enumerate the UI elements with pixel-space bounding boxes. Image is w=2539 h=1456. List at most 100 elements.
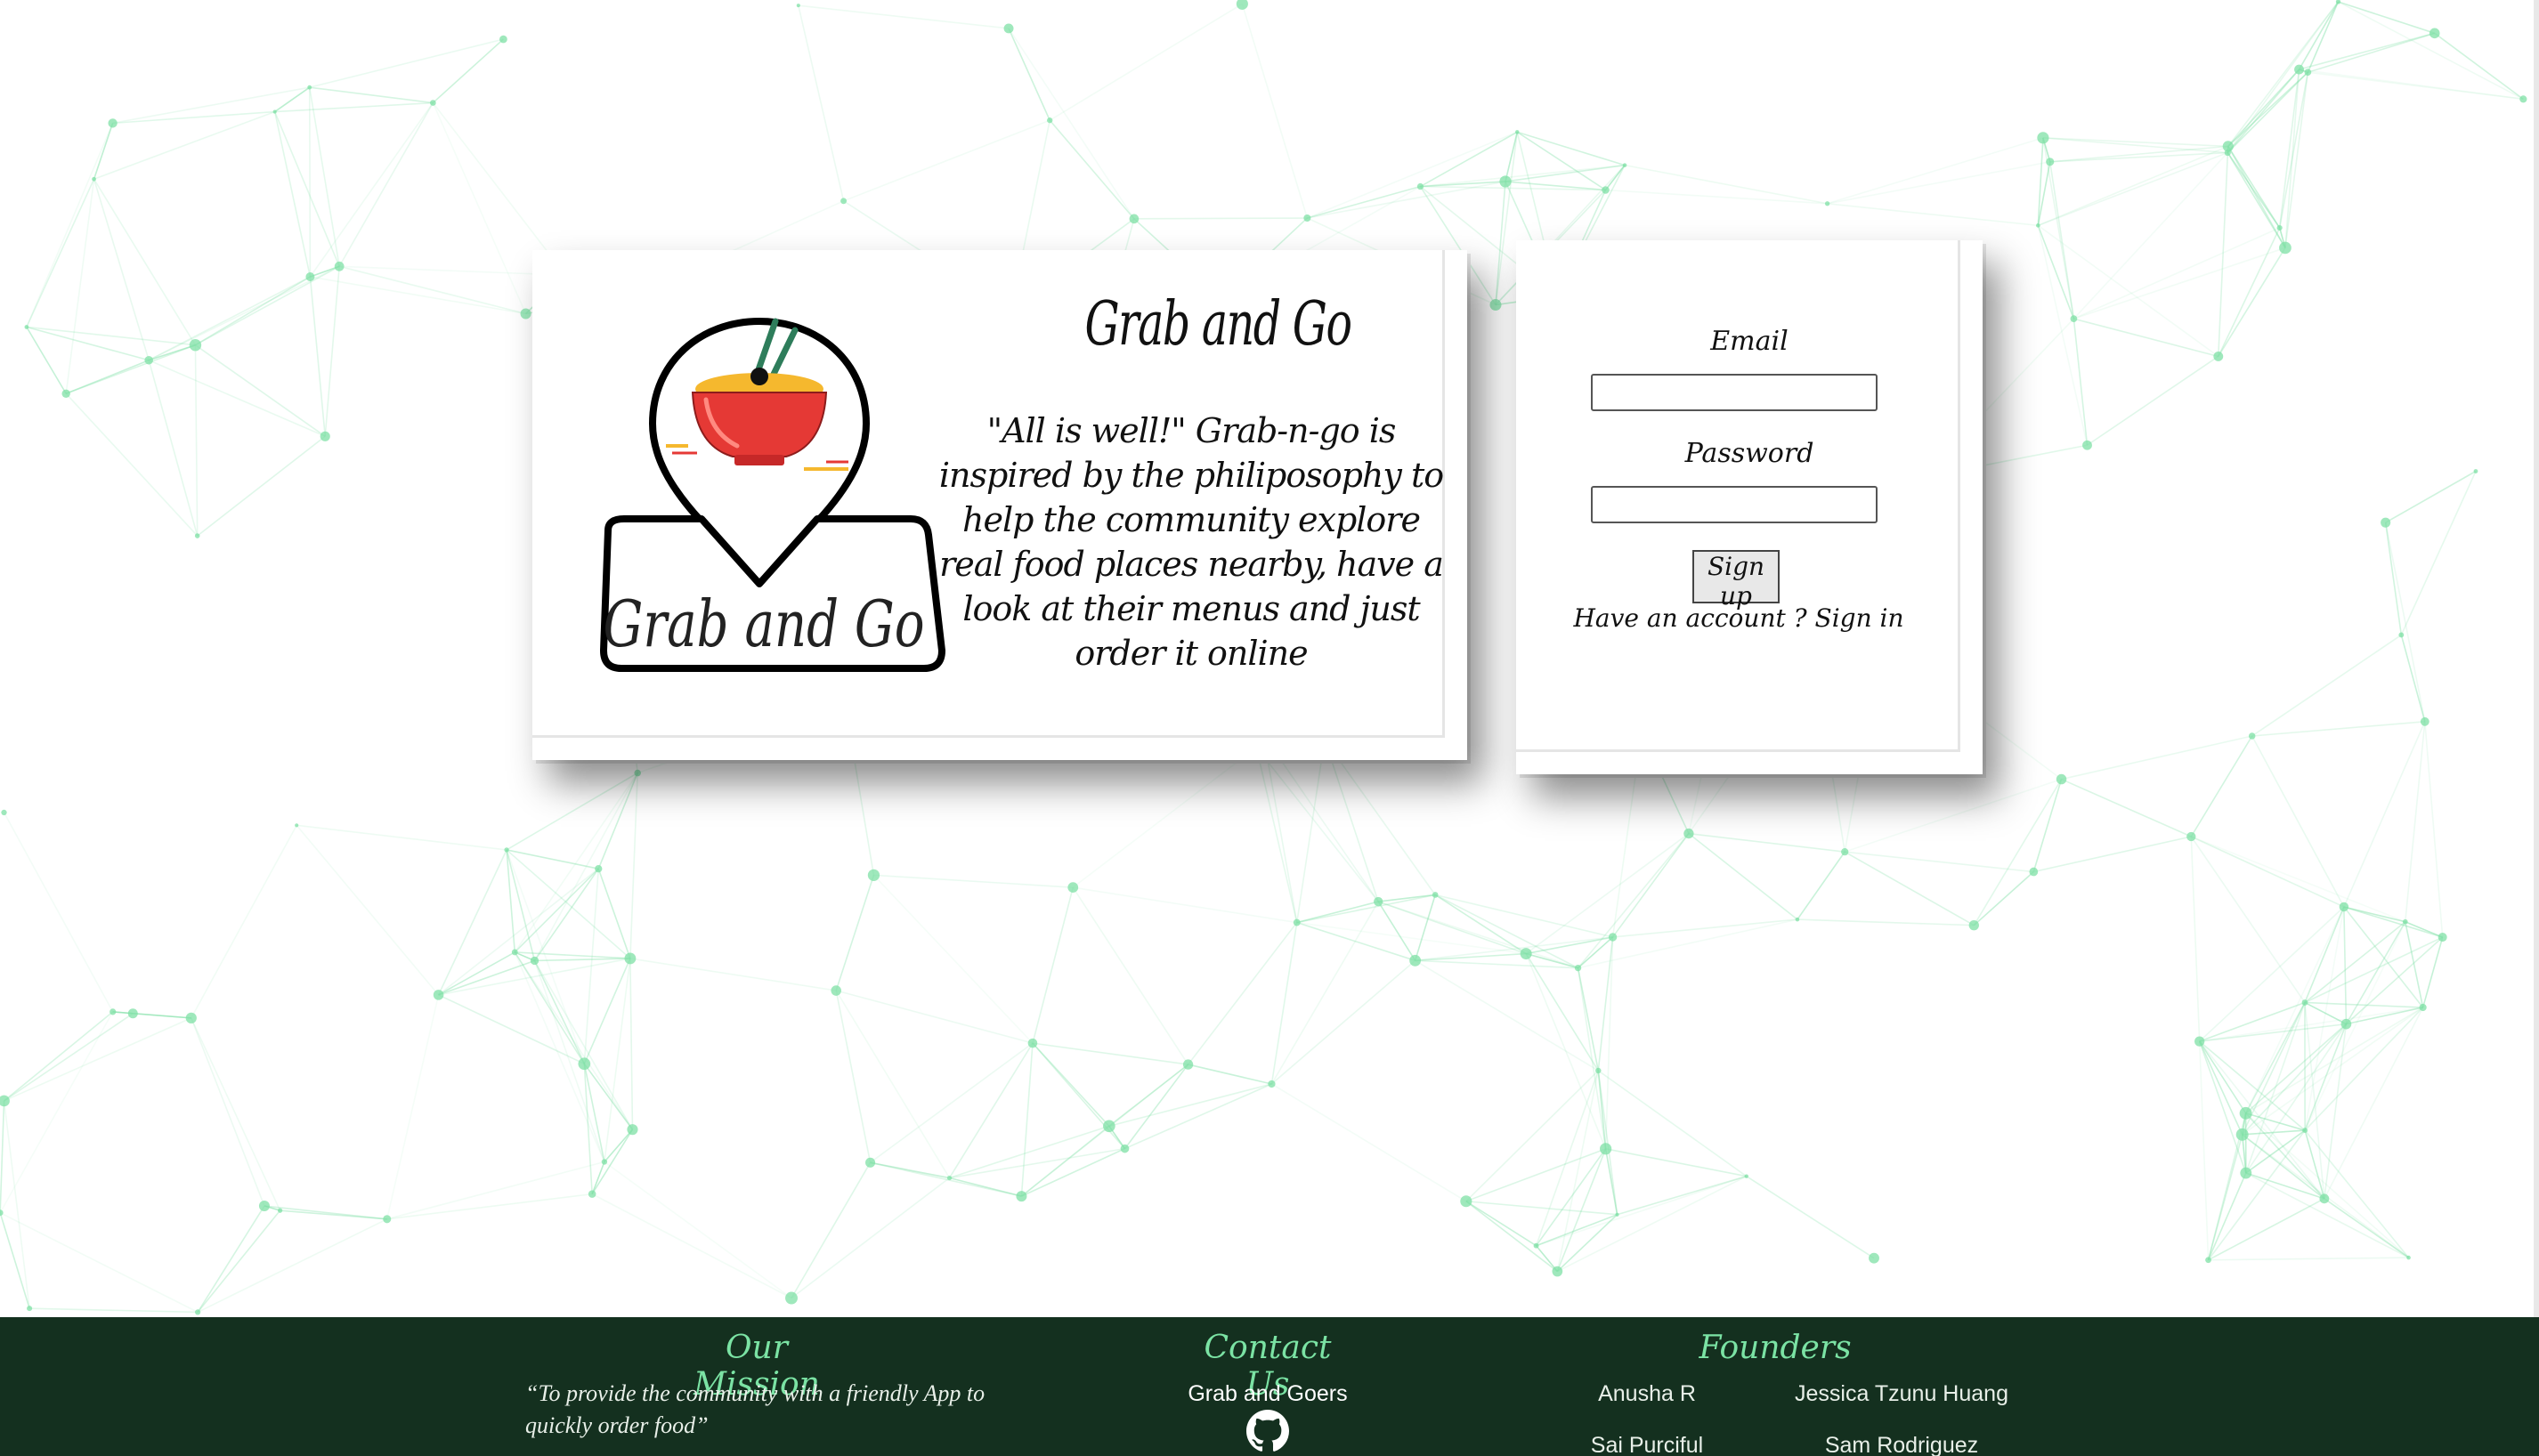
network-node	[258, 1201, 270, 1212]
network-node	[2438, 933, 2447, 942]
network-node	[530, 956, 539, 966]
signup-card: Email Password Sign up Have an account ?…	[1516, 240, 1983, 774]
network-node	[334, 261, 345, 271]
network-node	[295, 823, 299, 828]
network-node	[634, 769, 641, 777]
network-node	[1027, 1038, 1038, 1048]
network-node	[1047, 117, 1053, 124]
network-node	[2519, 95, 2527, 103]
network-node	[185, 1012, 197, 1023]
network-node	[320, 431, 330, 441]
network-node	[2070, 315, 2078, 323]
sign-up-button[interactable]: Sign up	[1692, 550, 1780, 611]
network-node	[1182, 1059, 1194, 1070]
network-node	[1841, 847, 1849, 856]
network-node	[383, 1215, 392, 1224]
network-node	[1683, 828, 1694, 839]
network-node	[2302, 1128, 2308, 1134]
network-node	[2340, 1018, 2352, 1030]
network-node	[520, 308, 531, 320]
network-node	[1460, 1195, 1472, 1208]
network-node	[1268, 1080, 1276, 1088]
founders-heading: Founders	[1699, 1330, 1852, 1366]
network-node	[2056, 773, 2067, 785]
github-icon[interactable]	[1246, 1410, 1289, 1452]
network-node	[1129, 214, 1140, 224]
network-node	[2186, 831, 2196, 842]
network-node	[796, 4, 800, 8]
email-label: Email	[1710, 326, 1789, 357]
brand-title: Grab and Go	[1084, 289, 1351, 360]
network-node	[2406, 1255, 2411, 1260]
network-node	[1615, 1212, 1619, 1217]
contact-name: Grab and Goers	[1188, 1381, 1348, 1406]
footer: Our Mission “To provide the community wi…	[0, 1317, 2539, 1456]
network-node	[1520, 948, 1532, 960]
network-node	[433, 990, 444, 1000]
network-node	[2224, 150, 2231, 157]
network-node	[305, 271, 315, 282]
network-node	[194, 533, 200, 538]
network-node	[429, 100, 436, 106]
founder-name: Sam Rodriguez	[1824, 1433, 1979, 1456]
page: Grab and Go Grab and Go "All is well!" G…	[0, 0, 2539, 1456]
network-node	[1574, 964, 1582, 972]
network-node	[1016, 1191, 1027, 1202]
email-field[interactable]	[1591, 374, 1878, 411]
about-card: Grab and Go Grab and Go "All is well!" G…	[532, 250, 1467, 760]
network-node	[2082, 440, 2092, 450]
network-node	[195, 1309, 201, 1315]
network-node	[785, 1291, 798, 1305]
network-node	[504, 847, 509, 853]
network-node	[2235, 1128, 2249, 1141]
network-node	[1120, 1144, 1130, 1153]
network-node	[1416, 182, 1424, 190]
network-node	[1236, 0, 1248, 10]
network-node	[1968, 920, 1979, 931]
network-node	[2037, 132, 2049, 144]
network-node	[1514, 130, 1520, 134]
network-node	[1824, 201, 1830, 206]
network-node	[1293, 918, 1301, 926]
network-node	[588, 1190, 596, 1198]
network-node	[144, 355, 153, 365]
network-node	[1489, 299, 1502, 311]
network-node	[272, 109, 277, 114]
network-node	[2194, 1036, 2205, 1047]
have-account-row: Have an account ? Sign in	[1516, 603, 1961, 633]
network-node	[307, 85, 312, 90]
network-node	[831, 985, 841, 996]
network-node	[627, 1124, 638, 1136]
network-node	[1602, 186, 1610, 194]
network-node	[595, 865, 603, 873]
network-node	[867, 869, 880, 881]
network-node	[1067, 882, 1079, 894]
network-node	[2420, 716, 2429, 726]
network-node	[1600, 1143, 1612, 1155]
network-node	[1374, 896, 1383, 907]
network-node	[0, 1209, 4, 1217]
network-node	[1409, 954, 1422, 967]
network-node	[2046, 158, 2055, 166]
network-node	[1, 809, 7, 816]
network-node	[1795, 917, 1800, 922]
password-field[interactable]	[1591, 486, 1878, 523]
brand-tagline: "All is well!" Grab-n-go is inspired by …	[938, 411, 1444, 673]
network-node	[2213, 352, 2224, 361]
network-node	[1432, 892, 1439, 898]
network-node	[2319, 1193, 2330, 1204]
network-node	[1595, 1067, 1602, 1074]
grab-and-go-logo: Grab and Go	[600, 318, 945, 672]
founder-name: Anusha R	[1598, 1381, 1696, 1406]
network-node	[2473, 469, 2478, 473]
network-node	[2036, 223, 2040, 228]
network-node	[2248, 732, 2256, 740]
have-account-text: Have an account ?	[1573, 603, 1807, 633]
network-node	[2276, 224, 2283, 231]
network-node	[2398, 632, 2405, 638]
network-node	[2279, 241, 2292, 255]
network-node	[2205, 1257, 2211, 1264]
sign-in-link[interactable]: Sign in	[1815, 603, 1904, 633]
network-node	[1608, 933, 1618, 942]
network-node	[840, 198, 848, 205]
